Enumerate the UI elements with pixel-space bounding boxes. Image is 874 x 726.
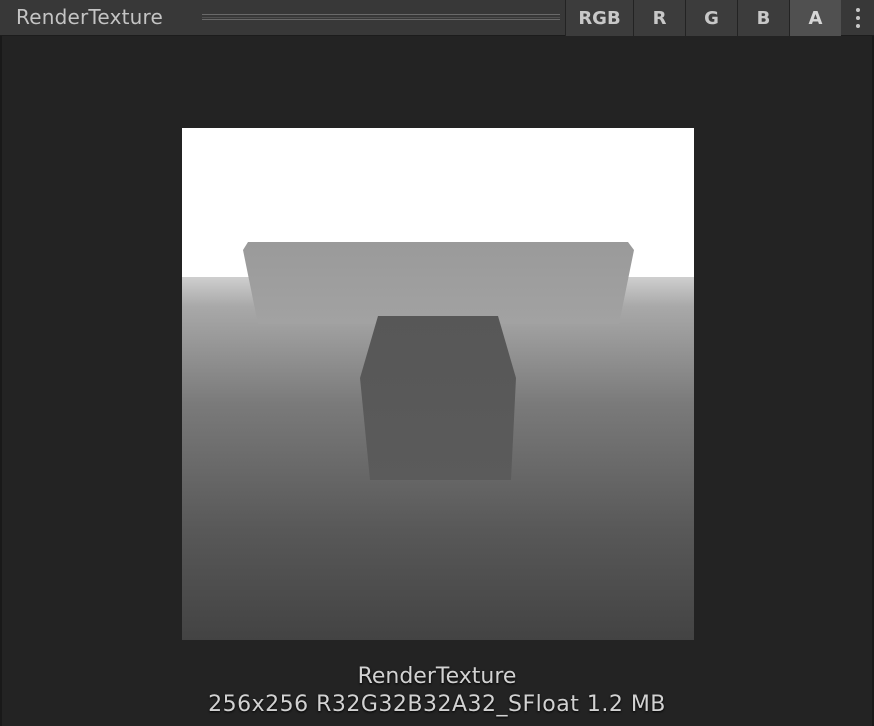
channel-r-button[interactable]: R	[633, 0, 685, 36]
panel-title: RenderTexture	[16, 5, 164, 29]
channel-g-button[interactable]: G	[685, 0, 737, 36]
channel-b-button[interactable]: B	[737, 0, 789, 36]
inspector-header: RenderTexture RGB R G B A	[0, 0, 874, 36]
cube-shape	[360, 316, 516, 480]
channel-a-button[interactable]: A	[789, 0, 841, 36]
texture-details: 256x256 R32G32B32A32_SFloat 1.2 MB	[208, 692, 666, 717]
texture-name: RenderTexture	[357, 664, 517, 689]
back-wall-shape	[243, 242, 634, 324]
drag-grip[interactable]	[202, 14, 560, 20]
channel-rgb-button[interactable]: RGB	[565, 0, 633, 36]
texture-preview-image	[182, 128, 694, 640]
kebab-menu-icon[interactable]	[842, 0, 874, 36]
